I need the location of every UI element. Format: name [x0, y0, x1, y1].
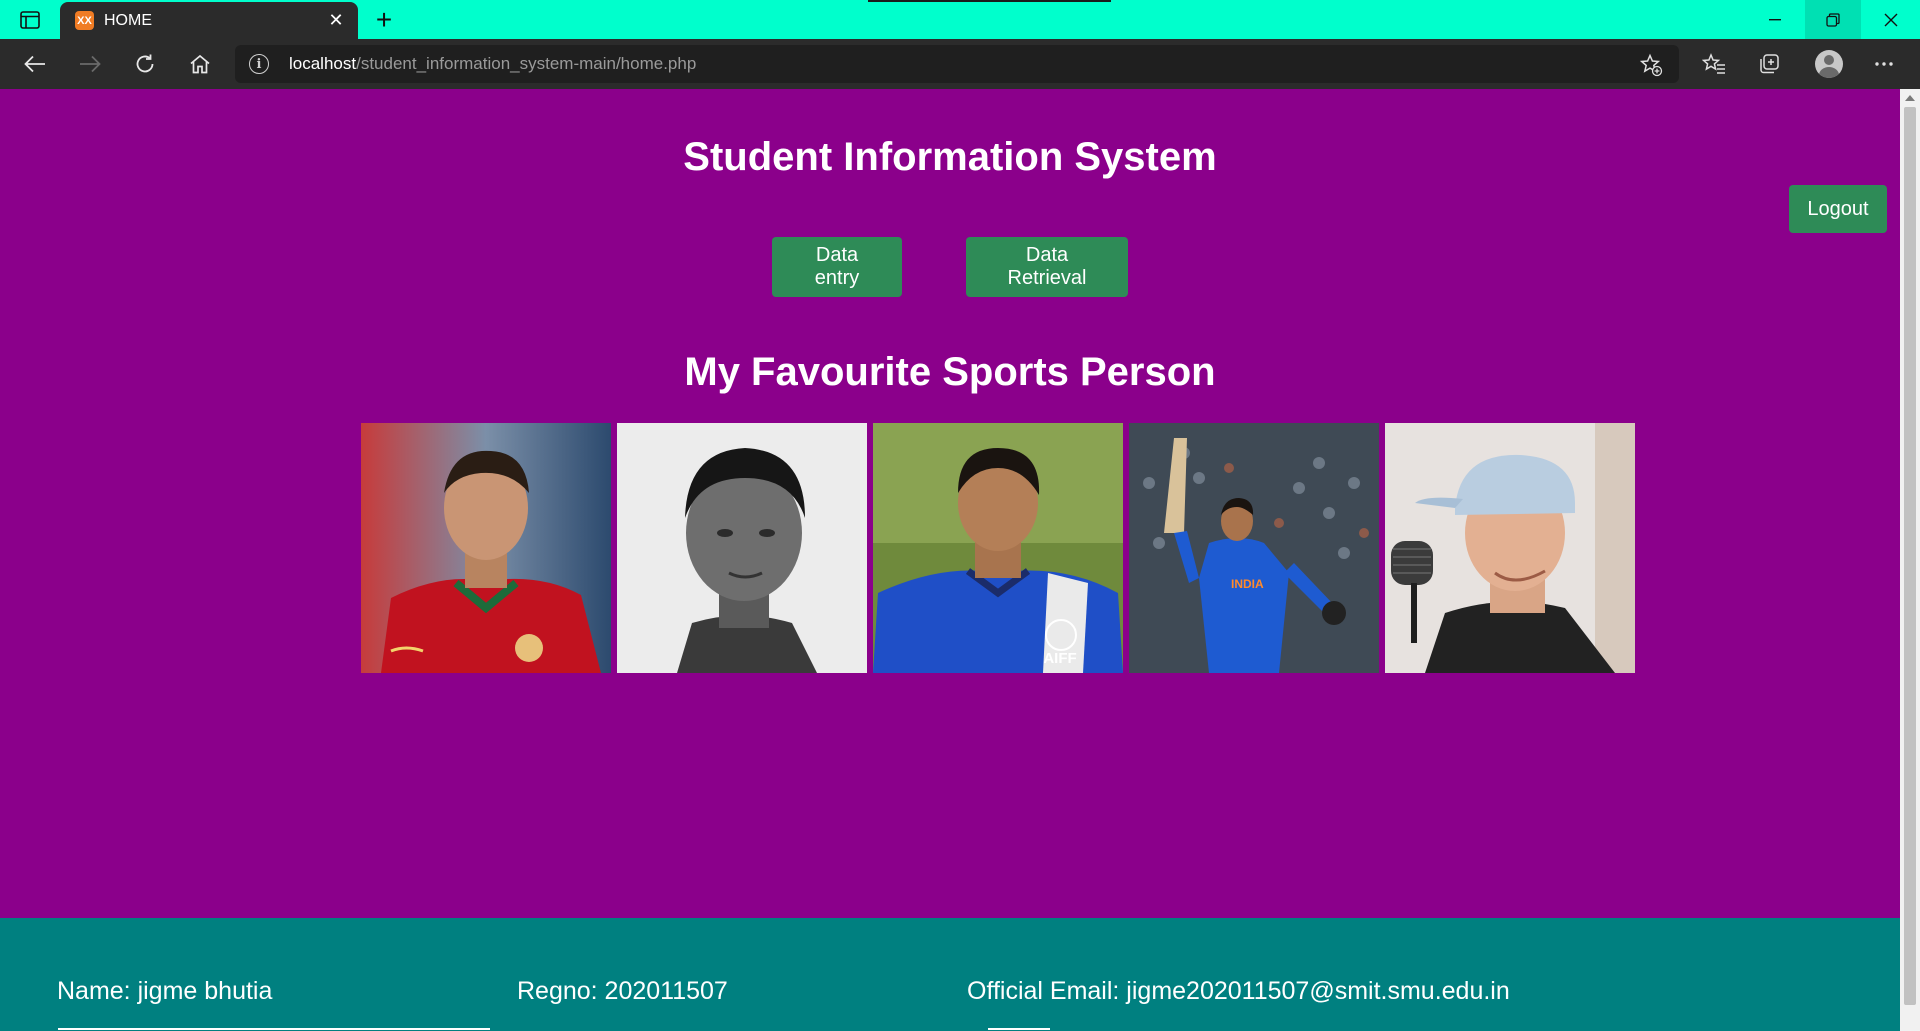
page-title: Student Information System: [683, 135, 1217, 179]
home-icon[interactable]: [183, 48, 217, 80]
page-body: Student Information System Logout Data e…: [0, 89, 1900, 1031]
back-icon[interactable]: [18, 48, 52, 80]
address-bar[interactable]: i localhost/student_information_system-m…: [235, 45, 1679, 83]
student-regno: Regno: 202011507: [517, 977, 728, 1005]
refresh-icon[interactable]: [128, 48, 162, 80]
tab-title: HOME: [104, 12, 152, 29]
photo-boxer-black-white: [617, 423, 867, 673]
data-entry-button[interactable]: Data entry: [772, 237, 902, 297]
data-retrieval-button[interactable]: Data Retrieval: [966, 237, 1128, 297]
student-name: Name: jigme bhutia: [57, 977, 273, 1005]
aiff-caption: AIFF: [1043, 650, 1077, 667]
xampp-favicon-icon: XX: [75, 11, 94, 30]
scrollbar-thumb[interactable]: [1904, 107, 1916, 1005]
minimize-icon[interactable]: [1747, 0, 1803, 39]
add-favorite-icon[interactable]: [1637, 51, 1665, 79]
photo-cricketer-blue-jersey: INDIA: [1129, 423, 1379, 673]
plus-icon[interactable]: +: [368, 4, 400, 35]
page-scrollbar[interactable]: [1900, 89, 1920, 1031]
window-titlebar: XX HOME ✕ +: [0, 0, 1920, 39]
close-window-icon[interactable]: [1863, 0, 1919, 39]
photo-footballer-red-jersey: [361, 423, 611, 673]
titlebar-accent-line: [868, 0, 1111, 2]
collections-icon[interactable]: [1752, 48, 1786, 80]
url-path: /student_information_system-main/home.ph…: [356, 54, 697, 73]
photo-footballer-blue-jersey: AIFF: [873, 423, 1123, 673]
logout-button[interactable]: Logout: [1789, 185, 1887, 233]
close-icon[interactable]: ✕: [324, 8, 348, 32]
forward-icon[interactable]: [73, 48, 107, 80]
footer-divider: [58, 1028, 490, 1030]
url-host: localhost: [289, 54, 357, 73]
action-buttons: Data entry Data Retrieval: [0, 237, 1900, 297]
favorites-icon[interactable]: [1697, 48, 1731, 80]
browser-tab-active[interactable]: XX HOME ✕: [60, 2, 358, 39]
browser-toolbar: i localhost/student_information_system-m…: [0, 39, 1920, 89]
footer: Name: jigme bhutia Regno: 202011507 Offi…: [0, 918, 1900, 1031]
profile-icon[interactable]: [1815, 50, 1843, 78]
scroll-up-icon[interactable]: [1905, 95, 1915, 101]
tab-actions-icon[interactable]: [14, 7, 46, 33]
restore-icon[interactable]: [1805, 0, 1861, 39]
info-icon[interactable]: i: [249, 54, 269, 74]
more-icon[interactable]: [1867, 48, 1901, 80]
url-text[interactable]: localhost/student_information_system-mai…: [289, 54, 696, 74]
footer-divider: [988, 1028, 1050, 1030]
sports-section-title: My Favourite Sports Person: [684, 350, 1216, 394]
photo-man-with-cap: [1385, 423, 1635, 673]
student-email: Official Email: jigme202011507@smit.smu.…: [967, 977, 1510, 1005]
svg-text:INDIA: INDIA: [1231, 577, 1264, 591]
